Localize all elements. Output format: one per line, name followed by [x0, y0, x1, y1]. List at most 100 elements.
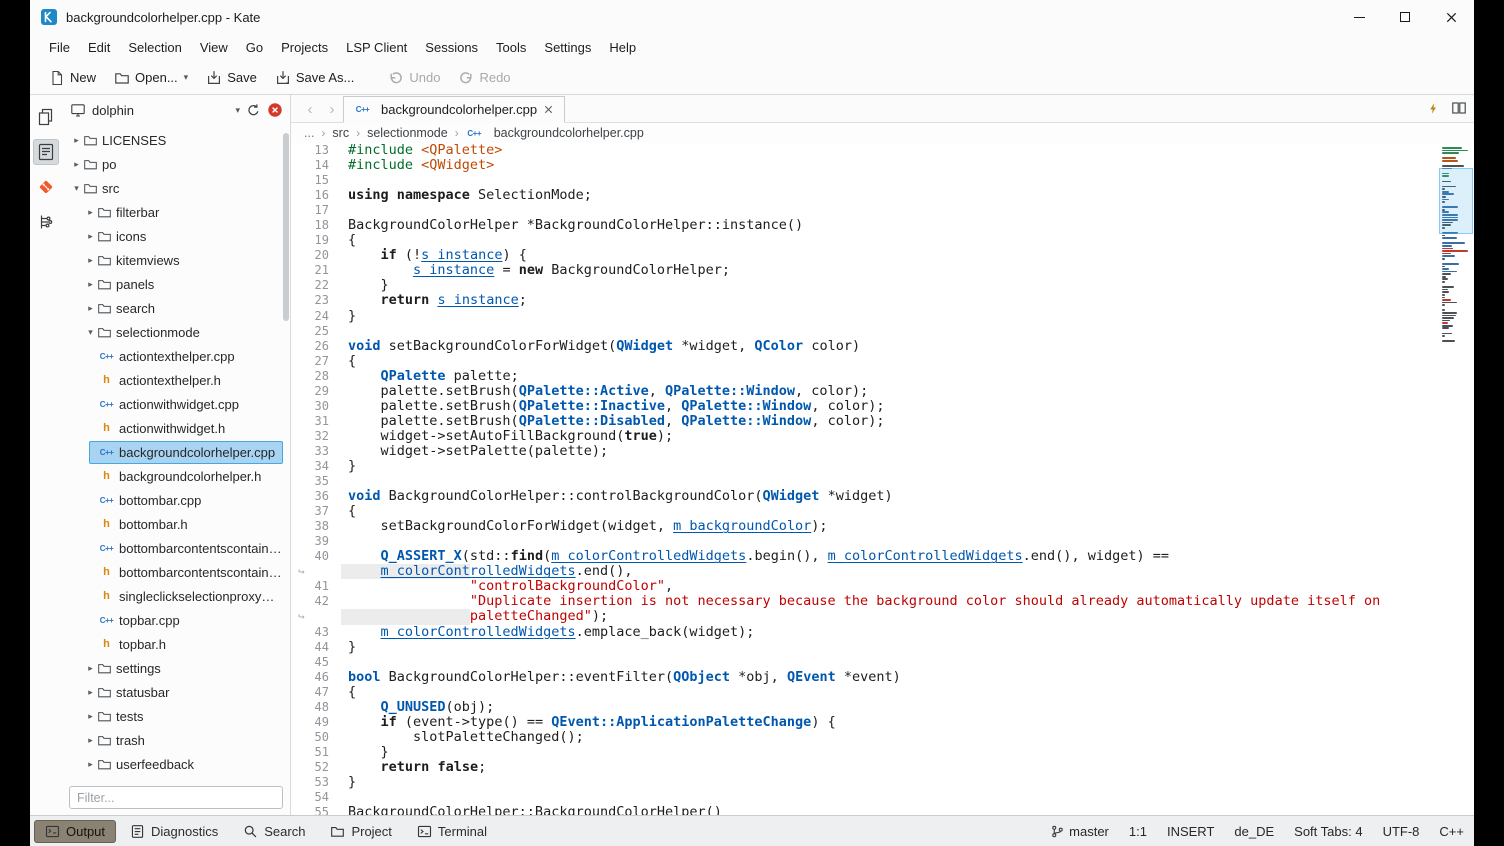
chevron-right-icon[interactable]: ▸: [84, 663, 97, 674]
tree-item-backgroundcolorhelper-h[interactable]: hbackgroundcolorhelper.h: [62, 464, 290, 488]
code-line: palette.setBrush(QPalette::Disabled, QPa…: [348, 414, 1474, 429]
tab-scroll-right-button[interactable]: ›: [321, 96, 343, 122]
code-editor-surface[interactable]: #include <QPalette>#include <QWidget>usi…: [341, 143, 1474, 815]
tree-item-tests[interactable]: ▸tests: [62, 704, 290, 728]
project-selector[interactable]: dolphin ▾: [62, 95, 290, 125]
tree-item-trash[interactable]: ▸trash: [62, 728, 290, 752]
h-file-icon: h: [98, 588, 115, 604]
tree-item-filterbar[interactable]: ▸filterbar: [62, 200, 290, 224]
pane-button-output[interactable]: Output: [34, 820, 116, 843]
breadcrumb-item-src[interactable]: src: [332, 126, 349, 140]
pane-button-project[interactable]: Project: [319, 820, 402, 843]
chevron-right-icon[interactable]: ▸: [84, 255, 97, 266]
tree-item-bottombar-h[interactable]: hbottombar.h: [62, 512, 290, 536]
tree-item-actiontexthelper-cpp[interactable]: C++actiontexthelper.cpp: [62, 344, 290, 368]
documents-tool-button[interactable]: [33, 104, 59, 130]
git-branch-status[interactable]: master: [1051, 824, 1109, 839]
close-project-icon[interactable]: [267, 102, 283, 118]
chevron-right-icon[interactable]: ▸: [84, 303, 97, 314]
undo-button[interactable]: Undo: [379, 66, 449, 90]
terminal-pane-icon: [417, 824, 432, 839]
input-mode[interactable]: INSERT: [1167, 824, 1214, 839]
quick-open-lightning-icon[interactable]: [1427, 102, 1440, 115]
tree-item-bottombarcontentscontainer-cpp[interactable]: C++bottombarcontentscontainer.cpp: [62, 536, 290, 560]
menu-edit[interactable]: Edit: [79, 34, 119, 61]
new-button[interactable]: New: [40, 66, 105, 90]
chevron-right-icon[interactable]: ▸: [84, 231, 97, 242]
tree-item-backgroundcolorhelper-cpp[interactable]: C++backgroundcolorhelper.cpp: [62, 440, 290, 464]
tab-backgroundcolorhelper[interactable]: C++ backgroundcolorhelper.cpp: [343, 96, 565, 123]
tree-item-userfeedback[interactable]: ▸userfeedback: [62, 752, 290, 776]
tree-item-licenses[interactable]: ▸LICENSES: [62, 128, 290, 152]
tree-item-selectionmode[interactable]: ▾selectionmode: [62, 320, 290, 344]
encoding[interactable]: UTF-8: [1383, 824, 1420, 839]
filter-input[interactable]: [69, 786, 283, 809]
tree-item-actionwithwidget-h[interactable]: hactionwithwidget.h: [62, 416, 290, 440]
tree-item-actionwithwidget-cpp[interactable]: C++actionwithwidget.cpp: [62, 392, 290, 416]
tree-item-settings[interactable]: ▸settings: [62, 656, 290, 680]
dictionary[interactable]: de_DE: [1234, 824, 1274, 839]
menu-view[interactable]: View: [191, 34, 237, 61]
breadcrumb-item-selectionmode[interactable]: selectionmode: [367, 126, 448, 140]
menu-help[interactable]: Help: [600, 34, 645, 61]
menu-lsp-client[interactable]: LSP Client: [337, 34, 416, 61]
menu-projects[interactable]: Projects: [272, 34, 337, 61]
tree-item-icons[interactable]: ▸icons: [62, 224, 290, 248]
tab-close-icon[interactable]: [543, 104, 554, 115]
tab-scroll-left-button[interactable]: ‹: [299, 96, 321, 122]
save-as-button[interactable]: Save As...: [266, 66, 364, 90]
breadcrumb-item-backgroundcolorhelper-cpp[interactable]: backgroundcolorhelper.cpp: [494, 126, 644, 140]
chevron-right-icon[interactable]: ▸: [70, 159, 83, 170]
tree-item-topbar-cpp[interactable]: C++topbar.cpp: [62, 608, 290, 632]
tree-item-po[interactable]: ▸po: [62, 152, 290, 176]
pane-button-terminal[interactable]: Terminal: [406, 820, 498, 843]
reload-project-icon[interactable]: [246, 103, 261, 118]
git-tool-button[interactable]: [33, 174, 59, 200]
indent-mode[interactable]: Soft Tabs: 4: [1294, 824, 1362, 839]
tree-item-src[interactable]: ▾src: [62, 176, 290, 200]
project-tree-scrollbar[interactable]: [283, 133, 289, 321]
tree-item-singleclickselectionproxymodel-h[interactable]: hsingleclickselectionproxymodel.h: [62, 584, 290, 608]
tree-item-bottombarcontentscontainer-h[interactable]: hbottombarcontentscontainer.h: [62, 560, 290, 584]
tree-item-bottombar-cpp[interactable]: C++bottombar.cpp: [62, 488, 290, 512]
minimap-scrollbar[interactable]: [1442, 144, 1472, 815]
chevron-down-icon[interactable]: ▾: [84, 327, 97, 338]
menu-selection[interactable]: Selection: [119, 34, 190, 61]
menu-sessions[interactable]: Sessions: [416, 34, 487, 61]
chevron-right-icon[interactable]: ▸: [70, 135, 83, 146]
tree-item-kitemviews[interactable]: ▸kitemviews: [62, 248, 290, 272]
tree-item-search[interactable]: ▸search: [62, 296, 290, 320]
breadcrumb-item-[interactable]: ...: [304, 126, 314, 140]
minimize-button[interactable]: [1336, 0, 1382, 34]
project-dropdown-icon[interactable]: ▾: [235, 105, 240, 116]
menu-file[interactable]: File: [40, 34, 79, 61]
chevron-right-icon[interactable]: ▸: [84, 759, 97, 770]
tree-item-topbar-h[interactable]: htopbar.h: [62, 632, 290, 656]
projects-tool-button[interactable]: [33, 139, 59, 165]
menu-settings[interactable]: Settings: [535, 34, 600, 61]
chevron-right-icon[interactable]: ▸: [84, 711, 97, 722]
chevron-down-icon[interactable]: ▾: [70, 183, 83, 194]
syntax-language[interactable]: C++: [1439, 824, 1464, 839]
menu-go[interactable]: Go: [237, 34, 272, 61]
tree-item-actiontexthelper-h[interactable]: hactiontexthelper.h: [62, 368, 290, 392]
save-button[interactable]: Save: [197, 66, 266, 90]
minimap-viewport[interactable]: [1439, 168, 1473, 234]
chevron-right-icon[interactable]: ▸: [84, 207, 97, 218]
menu-tools[interactable]: Tools: [487, 34, 535, 61]
tree-item-panels[interactable]: ▸panels: [62, 272, 290, 296]
split-view-icon[interactable]: [1451, 100, 1467, 116]
window-title: backgroundcolorhelper.cpp - Kate: [66, 10, 260, 25]
pane-button-diagnostics[interactable]: Diagnostics: [119, 820, 229, 843]
close-button[interactable]: [1428, 0, 1474, 34]
tree-item-statusbar[interactable]: ▸statusbar: [62, 680, 290, 704]
chevron-right-icon[interactable]: ▸: [84, 279, 97, 290]
symbols-tool-button[interactable]: [33, 209, 59, 235]
open-button[interactable]: Open... ▾: [105, 66, 197, 90]
pane-button-search[interactable]: Search: [232, 820, 316, 843]
cursor-position[interactable]: 1:1: [1129, 824, 1147, 839]
chevron-right-icon[interactable]: ▸: [84, 735, 97, 746]
maximize-button[interactable]: [1382, 0, 1428, 34]
redo-button[interactable]: Redo: [449, 66, 519, 90]
chevron-right-icon[interactable]: ▸: [84, 687, 97, 698]
